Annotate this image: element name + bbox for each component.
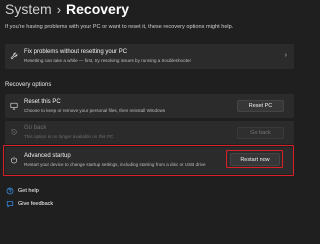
go-back-card: Go back This option is no longer availab… (5, 121, 294, 144)
reset-pc-button[interactable]: Reset PC (237, 100, 284, 112)
restart-now-highlight (226, 150, 283, 168)
page-title: Recovery (66, 1, 130, 17)
recovery-options-heading: Recovery options (5, 82, 52, 88)
go-back-desc: This option is no longer available on th… (24, 134, 114, 139)
reset-pc-icon (10, 102, 18, 110)
reset-pc-desc: Choose to keep or remove your personal f… (24, 108, 166, 113)
give-feedback-link[interactable]: Give feedback (18, 201, 53, 207)
chevron-right-icon: › (284, 52, 287, 59)
reset-pc-card: Reset this PC Choose to keep or remove y… (5, 94, 294, 118)
breadcrumb: System › Recovery (5, 1, 129, 17)
get-help-link[interactable]: Get help (18, 188, 39, 194)
fix-problems-card[interactable]: Fix problems without resetting your PC R… (5, 44, 294, 69)
breadcrumb-system[interactable]: System (5, 1, 52, 17)
feedback-icon (6, 201, 14, 208)
history-icon (10, 129, 17, 135)
go-back-title: Go back (24, 125, 47, 131)
reset-pc-title: Reset this PC (24, 99, 61, 105)
wrench-icon (10, 52, 18, 60)
intro-text: If you're having problems with your PC o… (5, 24, 234, 30)
breadcrumb-separator: › (56, 1, 62, 17)
go-back-button: Go back (237, 127, 284, 139)
help-icon (6, 187, 14, 195)
fix-problems-desc: Resetting can take a while — first, try … (24, 58, 191, 63)
fix-problems-title: Fix problems without resetting your PC (24, 49, 128, 55)
